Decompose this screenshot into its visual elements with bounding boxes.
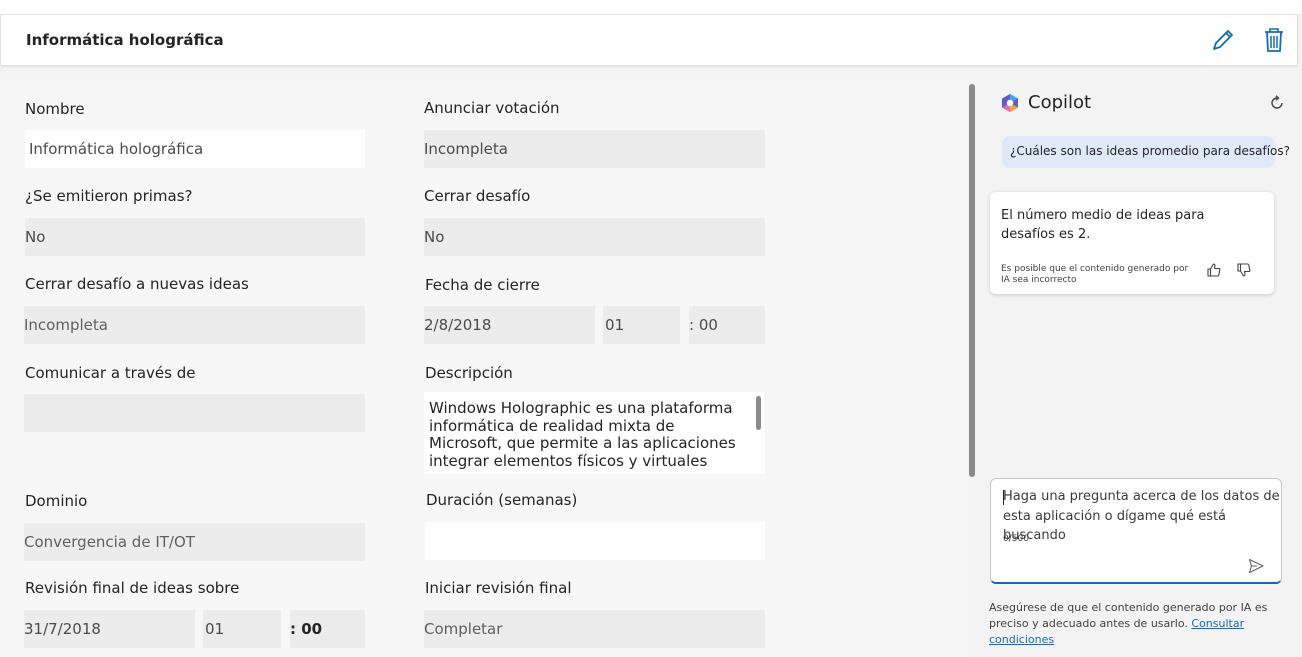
copilot-logo-icon bbox=[1002, 94, 1018, 112]
iniciar-revision-label: Iniciar revisión final bbox=[425, 579, 572, 597]
cerrar-nuevas-ideas-value: Incompleta bbox=[24, 316, 108, 334]
form-scrollbar[interactable] bbox=[969, 84, 975, 477]
copilot-panel: Copilot ¿Cuáles son las ideas promedio p… bbox=[978, 80, 1302, 646]
fecha-cierre-minute[interactable]: : 00 bbox=[689, 306, 765, 344]
dominio-value: Convergencia de IT/OT bbox=[24, 533, 195, 551]
top-strip bbox=[0, 0, 1302, 14]
iniciar-revision-value: Completar bbox=[424, 620, 503, 638]
copilot-footer: Asegúrese de que el contenido generado p… bbox=[989, 600, 1302, 648]
comunicar-field[interactable] bbox=[24, 394, 365, 432]
user-message: ¿Cuáles son las ideas promedio para desa… bbox=[1002, 136, 1290, 168]
fecha-cierre-date-value: 2/8/2018 bbox=[424, 316, 492, 334]
fecha-cierre-hour[interactable]: 01 bbox=[603, 306, 680, 344]
refresh-icon bbox=[1271, 95, 1283, 109]
delete-button[interactable] bbox=[1260, 26, 1288, 54]
thumbs-down-button[interactable] bbox=[1235, 261, 1253, 279]
revision-final-date-value: 31/7/2018 bbox=[24, 620, 101, 638]
fecha-cierre-date[interactable]: 2/8/2018 bbox=[424, 306, 595, 344]
text-caret bbox=[1003, 490, 1004, 505]
fecha-cierre-minute-value: : 00 bbox=[689, 316, 718, 334]
copilot-input[interactable]: Haga una pregunta acerca de los datos de… bbox=[1003, 487, 1283, 546]
revision-final-hour[interactable]: 01 bbox=[203, 610, 281, 648]
dominio-label: Dominio bbox=[25, 492, 88, 510]
revision-final-minute[interactable]: : 00 bbox=[290, 610, 365, 648]
duracion-label: Duración (semanas) bbox=[426, 491, 578, 509]
anunciar-votacion-value: Incompleta bbox=[424, 140, 508, 158]
nombre-field[interactable]: Informática holográfica bbox=[25, 130, 365, 168]
dominio-field[interactable]: Convergencia de IT/OT bbox=[24, 523, 365, 561]
ai-disclaimer: Es posible que el contenido generado por… bbox=[1001, 264, 1189, 285]
cerrar-nuevas-ideas-label: Cerrar desafío a nuevas ideas bbox=[25, 275, 249, 293]
nombre-value: Informática holográfica bbox=[29, 140, 204, 158]
pencil-icon bbox=[1213, 30, 1233, 50]
trash-icon bbox=[1265, 28, 1283, 52]
fecha-cierre-hour-value: 01 bbox=[605, 316, 625, 334]
cerrar-nuevas-ideas-field[interactable]: Incompleta bbox=[24, 306, 365, 344]
primas-label: ¿Se emitieron primas? bbox=[25, 187, 193, 205]
thumbs-up-button[interactable] bbox=[1205, 261, 1223, 279]
anunciar-votacion-field[interactable]: Incompleta bbox=[424, 130, 765, 168]
ai-answer-text: El número medio de ideas para desafíos e… bbox=[1001, 208, 1205, 242]
copilot-input-box[interactable]: Haga una pregunta acerca de los datos de… bbox=[990, 478, 1282, 584]
record-form: Nombre Informática holográfica Anunciar … bbox=[0, 80, 968, 657]
edit-button[interactable] bbox=[1209, 26, 1237, 54]
character-counter: 0/500 bbox=[1003, 534, 1029, 544]
primas-field[interactable]: No bbox=[25, 218, 365, 256]
duracion-field[interactable] bbox=[425, 522, 765, 560]
comunicar-label: Comunicar a través de bbox=[25, 364, 196, 382]
copilot-title: Copilot bbox=[1028, 92, 1092, 113]
cerrar-desafio-field[interactable]: No bbox=[424, 218, 765, 256]
descripcion-scrollbar[interactable] bbox=[756, 396, 761, 430]
thumbs-down-icon bbox=[1237, 263, 1251, 277]
primas-value: No bbox=[25, 228, 46, 246]
nombre-label: Nombre bbox=[25, 100, 85, 118]
revision-final-hour-value: 01 bbox=[205, 620, 225, 638]
fecha-cierre-label: Fecha de cierre bbox=[425, 276, 540, 294]
cerrar-desafio-value: No bbox=[424, 228, 445, 246]
descripcion-field[interactable]: Windows Holographic es una plataforma in… bbox=[424, 392, 765, 474]
refresh-button[interactable] bbox=[1268, 94, 1286, 112]
send-icon bbox=[1248, 558, 1264, 574]
ai-response-card: El número medio de ideas para desafíos e… bbox=[990, 192, 1274, 294]
revision-final-minute-value: : 00 bbox=[290, 620, 323, 638]
send-button[interactable] bbox=[1247, 557, 1265, 575]
cerrar-desafio-label: Cerrar desafío bbox=[424, 187, 531, 205]
page-title: Informática holográfica bbox=[26, 31, 224, 49]
anunciar-votacion-label: Anunciar votación bbox=[424, 99, 560, 117]
revision-final-date[interactable]: 31/7/2018 bbox=[24, 610, 195, 648]
descripcion-label: Descripción bbox=[425, 364, 513, 382]
thumbs-up-icon bbox=[1207, 263, 1221, 277]
record-header: Informática holográfica bbox=[0, 14, 1298, 66]
revision-final-label: Revisión final de ideas sobre bbox=[25, 579, 240, 597]
iniciar-revision-field[interactable]: Completar bbox=[424, 610, 765, 648]
